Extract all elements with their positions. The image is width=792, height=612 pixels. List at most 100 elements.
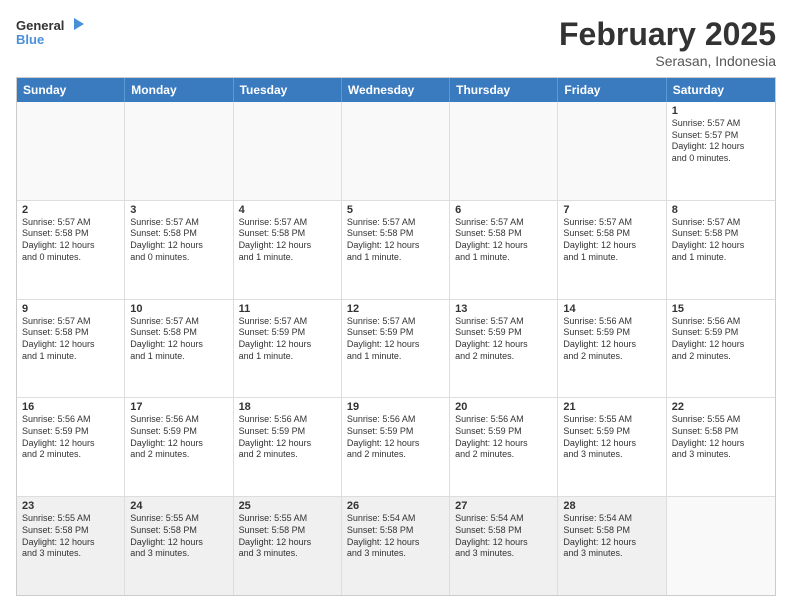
cal-header-day: Monday (125, 78, 233, 102)
cal-cell: 3Sunrise: 5:57 AM Sunset: 5:58 PM Daylig… (125, 201, 233, 299)
cell-daylight-info: Sunrise: 5:57 AM Sunset: 5:57 PM Dayligh… (672, 118, 770, 165)
cal-row: 2Sunrise: 5:57 AM Sunset: 5:58 PM Daylig… (17, 201, 775, 300)
day-number: 10 (130, 303, 227, 315)
page: General Blue February 2025 Serasan, Indo… (0, 0, 792, 612)
cell-daylight-info: Sunrise: 5:56 AM Sunset: 5:59 PM Dayligh… (455, 414, 552, 461)
cal-cell: 26Sunrise: 5:54 AM Sunset: 5:58 PM Dayli… (342, 497, 450, 595)
cal-row: 9 Sunrise: 5:57 AM Sunset: 5:58 PM Daylig… (17, 300, 775, 399)
cell-daylight-info: Sunrise: 5:55 AM Sunset: 5:58 PM Dayligh… (239, 513, 336, 560)
cal-cell: 1Sunrise: 5:57 AM Sunset: 5:57 PM Daylig… (667, 102, 775, 200)
cal-cell (125, 102, 233, 200)
day-number: 13 (455, 303, 552, 315)
day-number: 12 (347, 303, 444, 315)
day-number: 1 (672, 105, 770, 117)
logo-svg: General Blue (16, 16, 86, 52)
day-number: 4 (239, 204, 336, 216)
day-number: 6 (455, 204, 552, 216)
cal-cell: 21Sunrise: 5:55 AM Sunset: 5:59 PM Dayli… (558, 398, 666, 496)
cal-cell: 4Sunrise: 5:57 AM Sunset: 5:58 PM Daylig… (234, 201, 342, 299)
cal-cell (342, 102, 450, 200)
svg-text:Blue: Blue (16, 32, 44, 47)
day-number: 28 (563, 500, 660, 512)
cell-daylight-info: Sunrise: 5:57 AM Sunset: 5:58 PM Dayligh… (455, 217, 552, 264)
cell-daylight-info: Sunrise: 5:54 AM Sunset: 5:58 PM Dayligh… (563, 513, 660, 560)
cal-cell: 28Sunrise: 5:54 AM Sunset: 5:58 PM Dayli… (558, 497, 666, 595)
cal-cell: 23Sunrise: 5:55 AM Sunset: 5:58 PM Dayli… (17, 497, 125, 595)
cell-daylight-info: Sunrise: 5:55 AM Sunset: 5:58 PM Dayligh… (672, 414, 770, 461)
cal-cell: 10Sunrise: 5:57 AM Sunset: 5:58 PM Dayli… (125, 300, 233, 398)
cal-cell: 19Sunrise: 5:56 AM Sunset: 5:59 PM Dayli… (342, 398, 450, 496)
day-number: 18 (239, 401, 336, 413)
cal-cell: 13Sunrise: 5:57 AM Sunset: 5:59 PM Dayli… (450, 300, 558, 398)
day-number: 3 (130, 204, 227, 216)
cal-cell (234, 102, 342, 200)
day-number: 11 (239, 303, 336, 315)
day-number: 8 (672, 204, 770, 216)
day-number: 24 (130, 500, 227, 512)
day-number: 21 (563, 401, 660, 413)
svg-text:General: General (16, 18, 64, 33)
cal-cell: 22Sunrise: 5:55 AM Sunset: 5:58 PM Dayli… (667, 398, 775, 496)
cal-cell: 17Sunrise: 5:56 AM Sunset: 5:59 PM Dayli… (125, 398, 233, 496)
cal-cell (450, 102, 558, 200)
day-number: 19 (347, 401, 444, 413)
cell-daylight-info: Sunrise: 5:56 AM Sunset: 5:59 PM Dayligh… (563, 316, 660, 363)
cal-cell: 5Sunrise: 5:57 AM Sunset: 5:58 PM Daylig… (342, 201, 450, 299)
day-number: 20 (455, 401, 552, 413)
day-number: 5 (347, 204, 444, 216)
cell-daylight-info: Sunrise: 5:57 AM Sunset: 5:58 PM Dayligh… (22, 217, 119, 264)
cell-daylight-info: Sunrise: 5:57 AM Sunset: 5:58 PM Dayligh… (563, 217, 660, 264)
cal-row: 16 Sunrise: 5:56 AM Sunset: 5:59 PM Dayli… (17, 398, 775, 497)
cell-daylight-info: Sunrise: 5:57 AM Sunset: 5:58 PM Dayligh… (239, 217, 336, 264)
cal-cell: 25Sunrise: 5:55 AM Sunset: 5:58 PM Dayli… (234, 497, 342, 595)
title-block: February 2025 Serasan, Indonesia (559, 16, 776, 69)
cell-daylight-info: Sunrise: 5:57 AM Sunset: 5:58 PM Dayligh… (130, 316, 227, 363)
cell-daylight-info: Sunrise: 5:56 AM Sunset: 5:59 PM Dayligh… (130, 414, 227, 461)
cal-cell: 15Sunrise: 5:56 AM Sunset: 5:59 PM Dayli… (667, 300, 775, 398)
cell-daylight-info: Sunrise: 5:56 AM Sunset: 5:59 PM Dayligh… (347, 414, 444, 461)
subtitle: Serasan, Indonesia (559, 53, 776, 69)
calendar: SundayMondayTuesdayWednesdayThursdayFrid… (16, 77, 776, 596)
day-number: 16 (22, 401, 119, 413)
cell-daylight-info: Sunrise: 5:55 AM Sunset: 5:58 PM Dayligh… (22, 513, 119, 560)
cal-cell: 24Sunrise: 5:55 AM Sunset: 5:58 PM Dayli… (125, 497, 233, 595)
cal-cell: 2Sunrise: 5:57 AM Sunset: 5:58 PM Daylig… (17, 201, 125, 299)
cal-header-day: Sunday (17, 78, 125, 102)
cal-header-day: Thursday (450, 78, 558, 102)
cal-cell: 27Sunrise: 5:54 AM Sunset: 5:58 PM Dayli… (450, 497, 558, 595)
cal-cell: 6Sunrise: 5:57 AM Sunset: 5:58 PM Daylig… (450, 201, 558, 299)
cal-cell: 12Sunrise: 5:57 AM Sunset: 5:59 PM Dayli… (342, 300, 450, 398)
month-title: February 2025 (559, 16, 776, 53)
cal-row: 1Sunrise: 5:57 AM Sunset: 5:57 PM Daylig… (17, 102, 775, 201)
cal-cell: 14Sunrise: 5:56 AM Sunset: 5:59 PM Dayli… (558, 300, 666, 398)
day-number: 14 (563, 303, 660, 315)
cal-cell: 8Sunrise: 5:57 AM Sunset: 5:58 PM Daylig… (667, 201, 775, 299)
day-number: 22 (672, 401, 770, 413)
day-number: 26 (347, 500, 444, 512)
cal-cell: 18Sunrise: 5:56 AM Sunset: 5:59 PM Dayli… (234, 398, 342, 496)
day-number: 9 (22, 303, 119, 315)
day-number: 7 (563, 204, 660, 216)
logo: General Blue (16, 16, 86, 52)
cal-header-day: Wednesday (342, 78, 450, 102)
calendar-header: SundayMondayTuesdayWednesdayThursdayFrid… (17, 78, 775, 102)
cal-header-day: Tuesday (234, 78, 342, 102)
cell-daylight-info: Sunrise: 5:55 AM Sunset: 5:59 PM Dayligh… (563, 414, 660, 461)
cell-daylight-info: Sunrise: 5:57 AM Sunset: 5:59 PM Dayligh… (347, 316, 444, 363)
cell-daylight-info: Sunrise: 5:56 AM Sunset: 5:59 PM Dayligh… (672, 316, 770, 363)
cal-cell: 7Sunrise: 5:57 AM Sunset: 5:58 PM Daylig… (558, 201, 666, 299)
day-number: 23 (22, 500, 119, 512)
day-number: 27 (455, 500, 552, 512)
cal-cell: 11Sunrise: 5:57 AM Sunset: 5:59 PM Dayli… (234, 300, 342, 398)
cell-daylight-info: Sunrise: 5:54 AM Sunset: 5:58 PM Dayligh… (455, 513, 552, 560)
cell-daylight-info: Sunrise: 5:56 AM Sunset: 5:59 PM Dayligh… (239, 414, 336, 461)
cal-cell: 20Sunrise: 5:56 AM Sunset: 5:59 PM Dayli… (450, 398, 558, 496)
day-number: 15 (672, 303, 770, 315)
day-number: 2 (22, 204, 119, 216)
cell-daylight-info: Sunrise: 5:55 AM Sunset: 5:58 PM Dayligh… (130, 513, 227, 560)
cell-daylight-info: Sunrise: 5:57 AM Sunset: 5:58 PM Dayligh… (672, 217, 770, 264)
cell-daylight-info: Sunrise: 5:54 AM Sunset: 5:58 PM Dayligh… (347, 513, 444, 560)
cell-daylight-info: Sunrise: 5:57 AM Sunset: 5:58 PM Dayligh… (130, 217, 227, 264)
day-number: 25 (239, 500, 336, 512)
header: General Blue February 2025 Serasan, Indo… (16, 16, 776, 69)
